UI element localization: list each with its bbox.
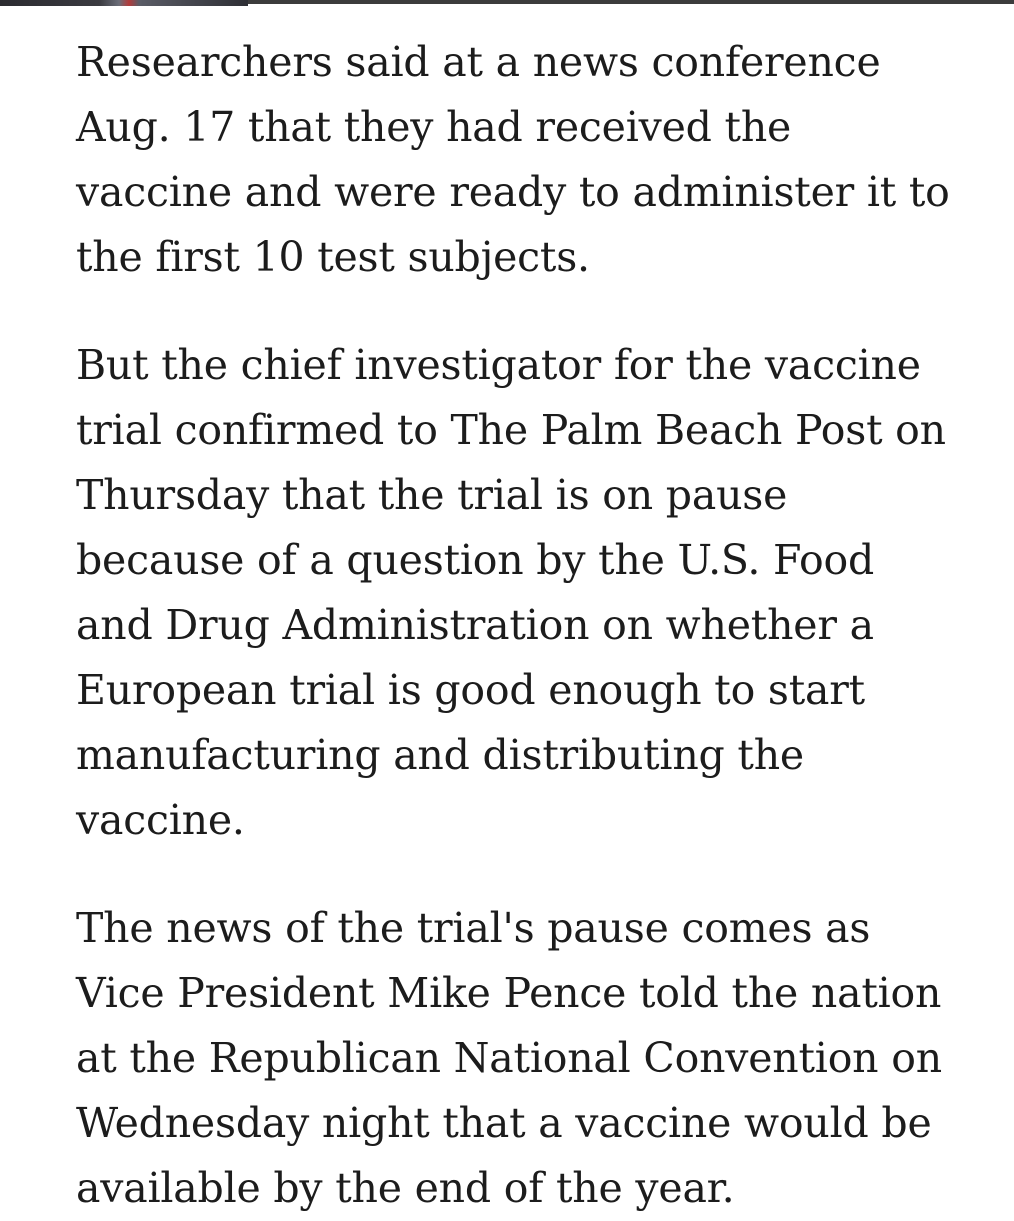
cropped-photo — [0, 0, 248, 6]
article-paragraph: But the chief investigator for the vacci… — [76, 341, 946, 844]
article-paragraph: Researchers said at a news conference Au… — [76, 38, 950, 281]
top-header-strip — [0, 0, 1014, 6]
article-body: Researchers said at a news conference Au… — [76, 30, 956, 1221]
header-divider — [248, 0, 1014, 4]
article-paragraph: The news of the trial's pause comes as V… — [76, 904, 942, 1212]
